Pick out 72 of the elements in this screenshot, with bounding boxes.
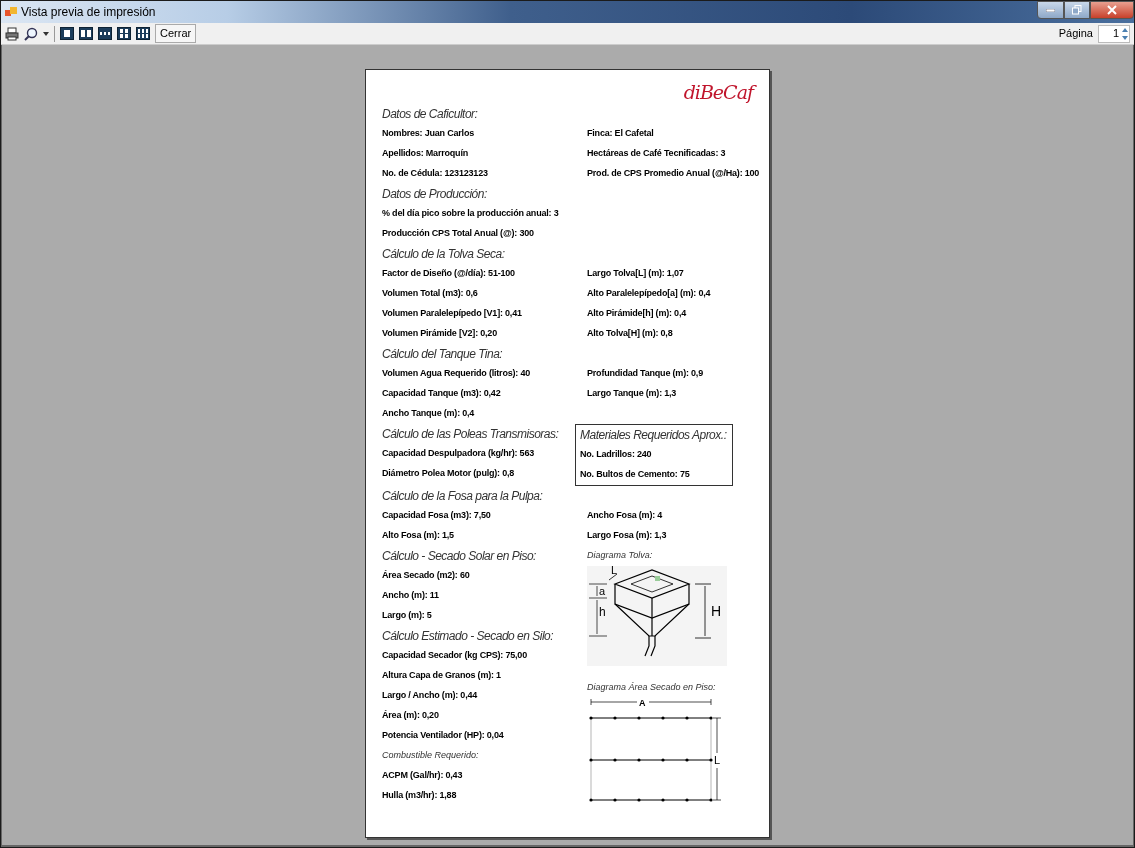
caret-icon[interactable] [43,31,49,36]
field-text: Potencia Ventilador (HP): 0,04 [382,729,504,743]
field-text: Alto Fosa (m): 1,5 [382,529,454,543]
field-text: Volumen Paralelepípedo [V1]: 0,41 [382,307,522,321]
page-layout-icon[interactable] [79,27,93,40]
field-text: Apellidos: Marroquín [382,147,468,161]
field-text: Capacidad Secador (kg CPS): 75,00 [382,649,527,663]
section-heading: Cálculo - Secado Solar en Piso: [382,548,536,565]
field-text: ACPM (Gal/hr): 0,43 [382,769,463,783]
field-text: Factor de Diseño (@/día): 51-100 [382,267,515,281]
section-heading: Cálculo de las Poleas Transmisoras: [382,426,559,443]
diagram-caption: Diagrama Área Secado en Piso: [587,681,716,695]
window-title: Vista previa de impresión [21,4,156,21]
field-text: Volumen Total (m3): 0,6 [382,287,478,301]
minimize-button[interactable] [1037,1,1064,19]
diagram-caption: Diagrama Tolva: [587,549,653,563]
zoom-icon[interactable] [24,26,38,41]
hopper-diagram-drawing: L a h H [587,566,727,666]
field-text: Producción CPS Total Anual (@): 300 [382,227,534,241]
field-text: No. Ladrillos: 240 [580,448,652,462]
field-text: No. Bultos de Cemento: 75 [580,468,690,482]
field-text: Área Secado (m2): 60 [382,569,470,583]
field-text: Volumen Agua Requerido (litros): 40 [382,367,530,381]
section-heading: Cálculo Estimado - Secado en Silo: [382,628,554,645]
section-heading: Cálculo de la Fosa para la Pulpa: [382,488,543,505]
section-heading: Cálculo de la Tolva Seca: [382,246,505,263]
section-heading: Materiales Requeridos Aprox.: [580,427,727,444]
field-text: Altura Capa de Granos (m): 1 [382,669,501,683]
field-text: Capacidad Despulpadora (kg/hr): 563 [382,447,535,461]
section-heading: Datos de Caficultor: [382,106,478,123]
field-text: Largo Tolva[L] (m): 1,07 [587,267,684,281]
close-icon [1107,5,1117,15]
page-layout-icon[interactable] [60,27,74,40]
field-text: % del día pico sobre la producción anual: 3 [382,207,559,221]
field-text: Capacidad Fosa (m3): 7,50 [382,509,491,523]
section-heading: Cálculo del Tanque Tina: [382,346,503,363]
printer-icon[interactable] [5,26,19,41]
field-text: Ancho Fosa (m): 4 [587,509,663,523]
close-preview-button[interactable]: Cerrar [155,24,197,43]
field-text: Profundidad Tanque (m): 0,9 [587,367,703,381]
floor-area-diagram-drawing: A L [587,698,727,806]
subheading: Combustible Requerido: [382,749,479,763]
field-text: Finca: El Cafetal [587,127,654,141]
field-text: Alto Pirámide[h] (m): 0,4 [587,307,686,321]
field-text: Hulla (m3/hr): 1,88 [382,789,457,803]
field-text: Diámetro Polea Motor (pulg): 0,8 [382,467,515,481]
page-number-spinner[interactable]: 1 [1098,24,1130,43]
field-text: Largo (m): 5 [382,609,432,623]
field-text: Nombres: Juan Carlos [382,127,475,141]
field-text: Alto Paralelepípedo[a] (m): 0,4 [587,287,711,301]
field-text: Ancho Tanque (m): 0,4 [382,407,475,421]
app-icon [5,6,17,18]
field-text: Alto Tolva[H] (m): 0,8 [587,327,673,341]
minimize-icon [1046,8,1055,12]
field-text: No. de Cédula: 123123123 [382,167,488,181]
field-text: Largo Fosa (m): 1,3 [587,529,667,543]
restore-icon [1072,5,1082,15]
field-text: Prod. de CPS Promedio Anual (@/Ha): 100 [587,167,760,181]
restore-button[interactable] [1064,1,1090,19]
field-text: Volumen Pirámide [V2]: 0,20 [382,327,497,341]
field-text: Hectáreas de Café Tecnificadas: 3 [587,147,726,161]
page-layout-icon[interactable] [117,27,131,40]
close-button[interactable] [1090,1,1134,19]
page-layout-icon[interactable] [98,27,112,40]
section-heading: Datos de Producción: [382,186,487,203]
page-label: Página [1058,26,1093,42]
field-text: Capacidad Tanque (m3): 0,42 [382,387,501,401]
field-text: Área (m): 0,20 [382,709,439,723]
field-text: Ancho (m): 11 [382,589,439,603]
page-layout-icon[interactable] [136,27,150,40]
field-text: Largo / Ancho (m): 0,44 [382,689,478,703]
field-text: Largo Tanque (m): 1,3 [587,387,677,401]
